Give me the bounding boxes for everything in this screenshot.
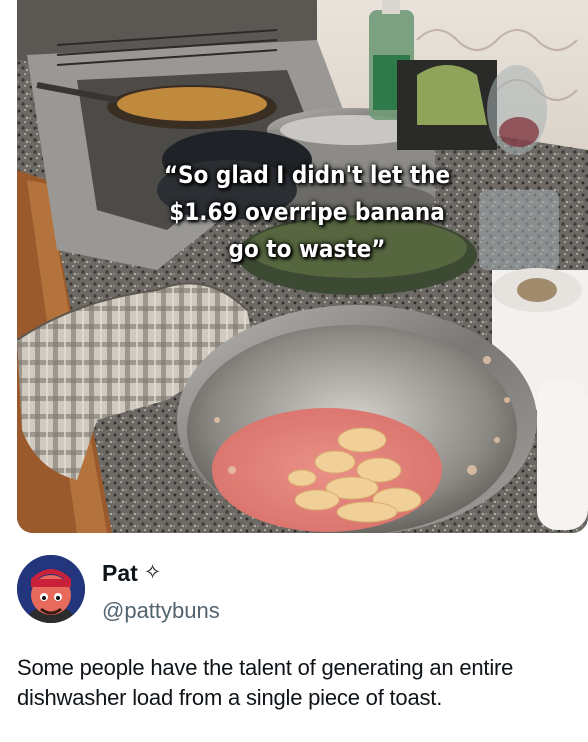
display-name[interactable]: Pat bbox=[102, 559, 138, 587]
avatar[interactable] bbox=[17, 555, 85, 623]
author-handle[interactable]: @pattybuns bbox=[102, 597, 220, 625]
four-point-star-icon: ✧ bbox=[143, 561, 162, 584]
avatar-illustration bbox=[17, 555, 85, 623]
author-name-row: Pat ✧ bbox=[102, 559, 161, 587]
tweet-photo[interactable]: “So glad I didn't let the $1.69 overripe… bbox=[17, 0, 588, 533]
image-caption: “So glad I didn't let the $1.69 overripe… bbox=[163, 161, 451, 263]
tweet-text: Some people have the talent of generatin… bbox=[17, 655, 514, 710]
